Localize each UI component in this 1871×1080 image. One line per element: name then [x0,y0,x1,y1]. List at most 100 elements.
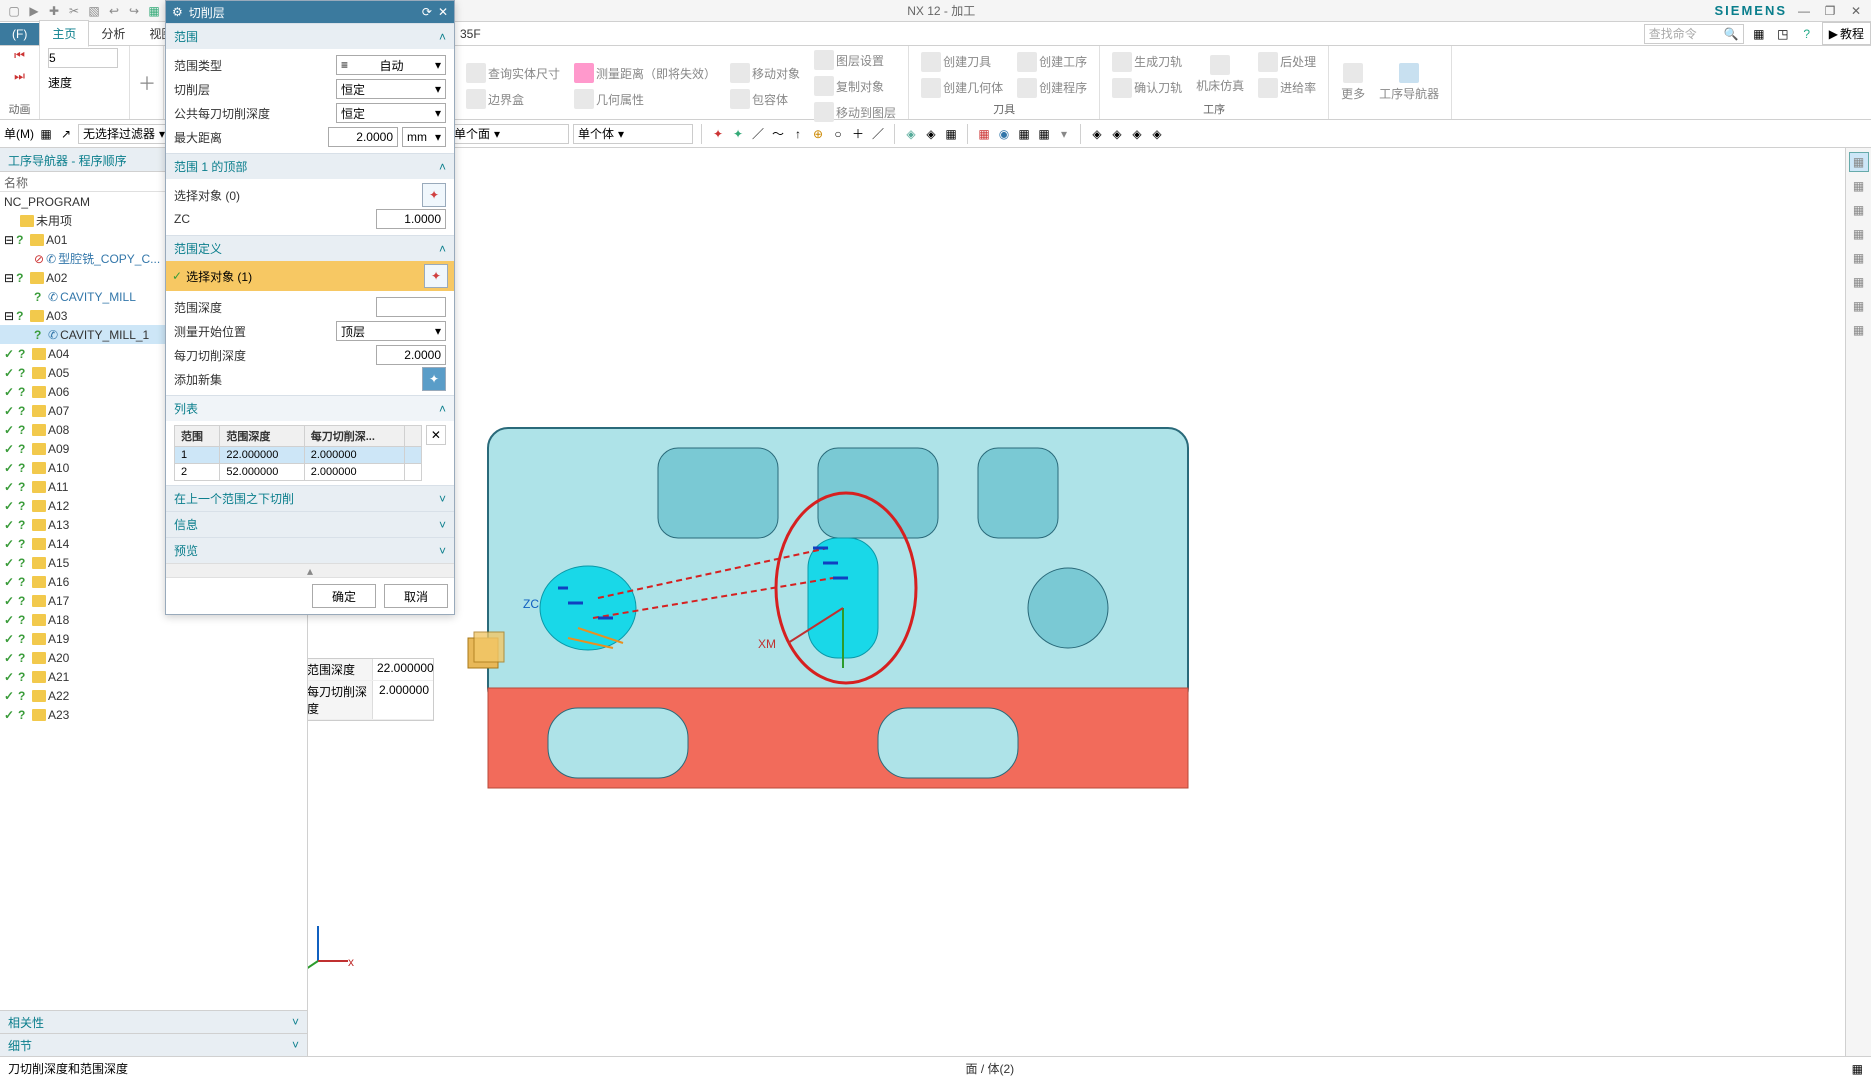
zc-input[interactable]: 1.0000 [376,209,446,229]
status-grid-icon[interactable]: ▦ [1852,1062,1863,1076]
check-solid-btn[interactable]: 查询实体尺寸 [462,61,564,85]
right-tool-icon[interactable]: ▦ [1849,296,1869,316]
section-range1-top[interactable]: 范围 1 的顶部˄ [166,153,454,179]
create-tool-btn[interactable]: 创建刀具 [917,50,1007,74]
qat-icon[interactable]: ▦ [146,3,162,19]
tool-icon[interactable]: ▦ [1016,126,1032,142]
tree-item[interactable]: ✓?A22 [0,686,307,705]
layer-set-btn[interactable]: 图层设置 [810,48,900,72]
face-combo[interactable]: 单个面 ▾ [449,124,569,144]
qat-icon[interactable]: ✚ [46,3,62,19]
close-button[interactable]: ✕ [1847,2,1865,20]
measure-dist-btn[interactable]: 测量距离（即将失效） [570,61,720,85]
command-search[interactable]: 查找命令🔍 [1644,24,1744,44]
section-preview[interactable]: 预览˅ [166,537,454,563]
help-icon[interactable]: ◳ [1774,25,1792,43]
tool-icon[interactable]: ▦ [38,126,54,142]
section-below[interactable]: 在上一个范围之下切削˅ [166,485,454,511]
tool-icon[interactable]: ◈ [923,126,939,142]
tool-icon[interactable]: ↑ [790,126,806,142]
tool-icon[interactable]: ▾ [1056,126,1072,142]
tree-item[interactable]: ✓?A21 [0,667,307,686]
move-layer-btn[interactable]: 移动到图层 [810,100,900,124]
3d-viewport[interactable]: XM ZC 范围深度22.000000 每刀切削深度2.000000 x [308,148,1871,1056]
right-tool-icon[interactable]: ▦ [1849,248,1869,268]
post-btn[interactable]: 后处理 [1254,50,1320,74]
gen-path-btn[interactable]: 生成刀轨 [1108,50,1186,74]
right-tool-icon[interactable]: ▦ [1849,320,1869,340]
geom-attr-btn[interactable]: 几何属性 [570,87,720,111]
copy-dup-btn[interactable]: 复制对象 [810,74,900,98]
move-obj-btn[interactable]: 移动对象 [726,61,804,85]
section-info[interactable]: 信息˅ [166,511,454,537]
add-icon[interactable]: ＋ [138,70,156,96]
qat-icon[interactable]: ▢ [6,3,22,19]
max-dist-input[interactable]: 2.0000 [328,127,398,147]
right-tool-icon[interactable]: ▦ [1849,176,1869,196]
create-geom-btn[interactable]: 创建几何体 [917,76,1007,100]
meas-start-combo[interactable]: 顶层▾ [336,321,446,341]
unit-combo[interactable]: mm▾ [402,127,446,147]
tool-icon[interactable]: ○ [830,126,846,142]
tool-icon[interactable]: ＋ [850,126,866,142]
tutorial-button[interactable]: ▶ 教程 [1822,22,1871,45]
tool-icon[interactable]: ◈ [1149,126,1165,142]
range-depth-input[interactable] [376,297,446,317]
tool-icon[interactable]: ▦ [943,126,959,142]
include-btn[interactable]: 包容体 [726,87,804,111]
table-row[interactable]: 252.0000002.000000 [175,464,422,481]
tool-icon[interactable]: ◈ [903,126,919,142]
table-row[interactable]: 122.0000002.000000 [175,447,422,464]
filter-combo[interactable]: 无选择过滤器 ▾ [78,124,178,144]
object-picker-button[interactable]: ✦ [424,264,448,288]
tool-icon[interactable]: 〜 [770,126,786,142]
section-range[interactable]: 范围˄ [166,23,454,49]
tool-icon[interactable]: ◈ [1089,126,1105,142]
tree-item[interactable]: ✓?A23 [0,705,307,724]
common-depth-combo[interactable]: 恒定▾ [336,103,446,123]
ok-button[interactable]: 确定 [312,584,376,608]
mach-sim-btn[interactable]: 机床仿真 [1192,53,1248,96]
help-icon[interactable]: ▦ [1750,25,1768,43]
create-wseq-btn[interactable]: 创建工序 [1013,50,1091,74]
tab-file[interactable]: (F) [0,23,39,45]
nav-btn[interactable]: 工序导航器 [1375,61,1443,104]
right-tool-icon[interactable]: ▦ [1849,200,1869,220]
speed-input[interactable] [48,48,118,68]
dialog-titlebar[interactable]: ⚙ 切削层 ⟳ ✕ [166,1,454,23]
qat-icon[interactable]: ↪ [126,3,142,19]
tool-icon[interactable]: ↗ [58,126,74,142]
range-table[interactable]: 范围范围深度每刀切削深... 122.0000002.000000 252.00… [174,425,422,481]
tree-item[interactable]: ✓?A20 [0,648,307,667]
tool-icon[interactable]: ⊕ [810,126,826,142]
object-picker-button[interactable]: ✦ [422,183,446,207]
help-icon[interactable]: ? [1798,25,1816,43]
qat-icon[interactable]: ▶ [26,3,42,19]
tool-icon[interactable]: ／ [870,126,886,142]
more-btn[interactable]: 更多 [1337,61,1369,104]
feed-btn[interactable]: 进给率 [1254,76,1320,100]
bbox-btn[interactable]: 边界盒 [462,87,564,111]
qat-icon[interactable]: ↩ [106,3,122,19]
add-set-button[interactable]: ✦ [422,367,446,391]
qat-icon[interactable]: ▧ [86,3,102,19]
dialog-close-icon[interactable]: ✕ [438,5,448,19]
cut-layer-combo[interactable]: 恒定▾ [336,79,446,99]
collapse-bar[interactable]: ▴ [166,563,454,577]
section-range-def[interactable]: 范围定义˄ [166,235,454,261]
related-section[interactable]: 相关性˅ [0,1011,307,1033]
tree-item[interactable]: ✓?A19 [0,629,307,648]
menu-btn[interactable]: 单(M) [4,125,34,142]
list-header[interactable]: 列表˄ [166,395,454,421]
range-type-combo[interactable]: ≡ 自动▾ [336,55,446,75]
tab-analyze[interactable]: 分析 [89,21,137,46]
right-tool-icon[interactable]: ▦ [1849,224,1869,244]
tool-icon[interactable]: ✦ [710,126,726,142]
tool-icon[interactable]: ✦ [730,126,746,142]
verify-path-btn[interactable]: 确认刀轨 [1108,76,1186,100]
restore-button[interactable]: ❐ [1821,2,1839,20]
tool-icon[interactable]: ▦ [976,126,992,142]
cancel-button[interactable]: 取消 [384,584,448,608]
per-cut-depth-input[interactable]: 2.0000 [376,345,446,365]
body-combo[interactable]: 单个体 ▾ [573,124,693,144]
